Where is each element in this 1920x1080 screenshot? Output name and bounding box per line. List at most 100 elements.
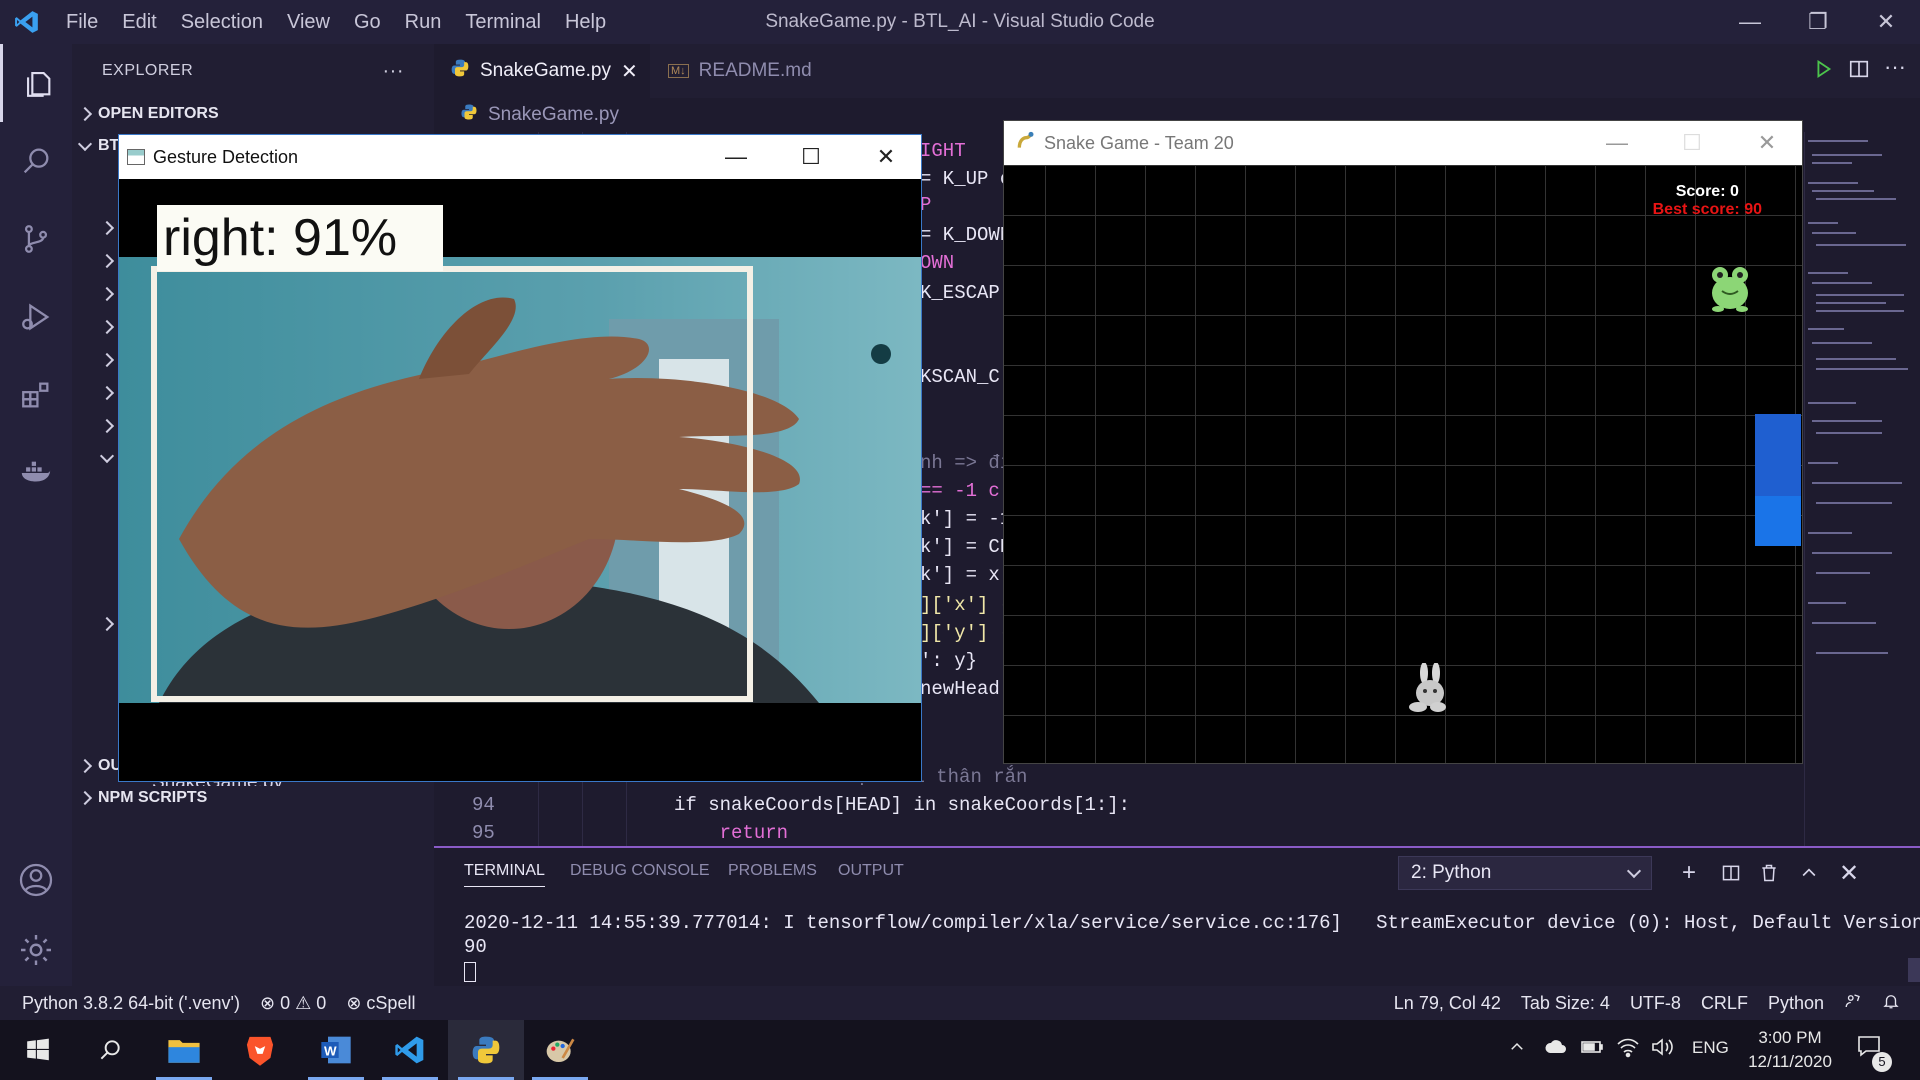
panel-tab-debug-console[interactable]: DEBUG CONSOLE	[570, 862, 710, 880]
pygame-snake-icon	[1016, 131, 1036, 156]
menu-go[interactable]: Go	[342, 0, 393, 44]
split-terminal-icon[interactable]	[1714, 856, 1748, 890]
folder-chevron-icon[interactable]	[99, 220, 115, 238]
python-taskbar-icon[interactable]	[448, 1020, 524, 1080]
search-icon[interactable]	[72, 1020, 148, 1080]
panel-tab-problems[interactable]: PROBLEMS	[728, 862, 817, 880]
brave-browser-icon[interactable]	[222, 1020, 298, 1080]
folder-chevron-icon[interactable]	[99, 418, 115, 436]
folder-chevron-icon[interactable]	[99, 319, 115, 337]
snake-game-window: Snake Game - Team 20 — ☐ ✕ Score: 0 Best…	[1003, 120, 1803, 764]
app-window-icon	[127, 149, 145, 165]
close-button[interactable]: ✕	[851, 144, 921, 170]
prediction-label: right: 91%	[157, 205, 443, 271]
close-button[interactable]: ✕	[1732, 130, 1802, 156]
folder-chevron-down-icon[interactable]	[99, 448, 115, 466]
run-python-file-icon[interactable]	[1812, 58, 1834, 85]
new-terminal-icon[interactable]: +	[1672, 856, 1706, 890]
feedback-icon[interactable]	[1834, 992, 1872, 1015]
breadcrumb-file[interactable]: SnakeGame.py	[488, 104, 619, 126]
problems-indicator[interactable]: ⊗ 0 ⚠ 0	[250, 993, 336, 1014]
battery-icon[interactable]	[1580, 1038, 1604, 1061]
settings-gear-icon[interactable]	[0, 914, 72, 986]
maximize-button[interactable]: ☐	[1657, 130, 1727, 156]
word-icon[interactable]: W	[298, 1020, 374, 1080]
menu-run[interactable]: Run	[393, 0, 454, 44]
menu-view[interactable]: View	[275, 0, 342, 44]
panel-tab-terminal[interactable]: TERMINAL	[464, 862, 545, 887]
menu-help[interactable]: Help	[553, 0, 618, 44]
npm-scripts-section[interactable]: NPM SCRIPTS	[72, 782, 434, 814]
folder-chevron-icon[interactable]	[99, 253, 115, 271]
code-fragment: ]['y'] -	[920, 622, 1012, 644]
menu-terminal[interactable]: Terminal	[453, 0, 553, 44]
code-fragment: IGHT	[920, 140, 966, 162]
menu-file[interactable]: File	[54, 0, 110, 44]
snake-window-titlebar[interactable]: Snake Game - Team 20 — ☐ ✕	[1004, 121, 1802, 165]
clock[interactable]: 3:00 PM 12/11/2020	[1740, 1026, 1840, 1074]
tab-size[interactable]: Tab Size: 4	[1511, 993, 1620, 1014]
terminal-cursor[interactable]	[464, 962, 476, 982]
gesture-window-titlebar[interactable]: Gesture Detection — ☐ ✕	[119, 135, 921, 179]
menu-selection[interactable]: Selection	[169, 0, 275, 44]
cspell-label: cSpell	[366, 992, 416, 1013]
open-editors-label: OPEN EDITORS	[98, 105, 219, 122]
close-button[interactable]: ✕	[1852, 0, 1920, 44]
more-actions-icon[interactable]: ···	[1884, 54, 1906, 80]
explorer-icon[interactable]	[0, 44, 72, 122]
onedrive-cloud-icon[interactable]	[1544, 1038, 1568, 1061]
code-line: if snakeCoords[HEAD] in snakeCoords[1:]:	[674, 794, 1131, 816]
accounts-icon[interactable]	[0, 844, 72, 916]
search-icon[interactable]	[0, 122, 72, 200]
python-interpreter[interactable]: Python 3.8.2 64-bit ('.venv')	[0, 993, 250, 1014]
line-ending[interactable]: CRLF	[1691, 993, 1758, 1014]
close-panel-icon[interactable]: ✕	[1832, 856, 1866, 890]
extensions-icon[interactable]	[0, 356, 72, 434]
file-explorer-taskbar-icon[interactable]	[146, 1020, 222, 1080]
code-fragment: k'] = CE	[920, 536, 1012, 558]
folder-chevron-icon[interactable]	[99, 385, 115, 403]
python-icon	[460, 103, 478, 127]
gesture-window-title: Gesture Detection	[153, 146, 299, 167]
source-control-icon[interactable]	[0, 200, 72, 278]
minimap[interactable]	[1808, 132, 1908, 846]
paint-icon[interactable]	[522, 1020, 598, 1080]
windows-taskbar: W ENG 3:00 PM 12/11/2020 5	[0, 1020, 1920, 1080]
folder-chevron-icon[interactable]	[99, 616, 115, 634]
input-language[interactable]: ENG	[1692, 1038, 1729, 1058]
snake-window-title: Snake Game - Team 20	[1044, 132, 1234, 153]
language-mode[interactable]: Python	[1758, 993, 1834, 1014]
terminal-selector[interactable]: 2: Python	[1398, 856, 1652, 890]
folder-chevron-icon[interactable]	[99, 352, 115, 370]
wifi-icon[interactable]	[1616, 1036, 1640, 1063]
open-editors-section[interactable]: OPEN EDITORS	[72, 98, 434, 130]
code-fragment: k'] = -1	[920, 508, 1012, 530]
show-hidden-icons-chevron-icon[interactable]	[1508, 1038, 1526, 1061]
file-encoding[interactable]: UTF-8	[1620, 993, 1691, 1014]
minimize-button[interactable]: —	[1716, 0, 1784, 44]
close-tab-icon[interactable]: ✕	[621, 59, 638, 84]
start-windows-icon[interactable]	[0, 1020, 76, 1080]
panel-tab-output[interactable]: OUTPUT	[838, 862, 904, 880]
docker-icon[interactable]	[0, 434, 72, 512]
menu-edit[interactable]: Edit	[110, 0, 168, 44]
trash-icon[interactable]	[1752, 856, 1786, 890]
split-editor-icon[interactable]	[1848, 58, 1870, 85]
cspell-indicator[interactable]: ⊗ cSpell	[336, 993, 425, 1014]
maximize-button[interactable]: ☐	[776, 144, 846, 170]
notifications-bell-icon[interactable]	[1872, 992, 1920, 1015]
terminal-scrollbar[interactable]	[1908, 958, 1920, 982]
minimize-button[interactable]: —	[701, 144, 771, 170]
tab-snakegame[interactable]: SnakeGame.py ✕	[434, 44, 650, 98]
explorer-more-button[interactable]: ···	[383, 60, 404, 83]
maximize-panel-icon[interactable]	[1792, 856, 1826, 890]
tab-readme[interactable]: M↓ README.md	[652, 44, 822, 98]
run-debug-icon[interactable]	[0, 278, 72, 356]
minimize-button[interactable]: —	[1582, 130, 1652, 156]
gesture-detection-window: Gesture Detection — ☐ ✕ right: 91%	[118, 134, 922, 782]
volume-icon[interactable]	[1650, 1036, 1674, 1063]
restore-button[interactable]: ❐	[1784, 0, 1852, 44]
vscode-taskbar-icon[interactable]	[372, 1020, 448, 1080]
cursor-position[interactable]: Ln 79, Col 42	[1384, 993, 1511, 1014]
folder-chevron-icon[interactable]	[99, 286, 115, 304]
